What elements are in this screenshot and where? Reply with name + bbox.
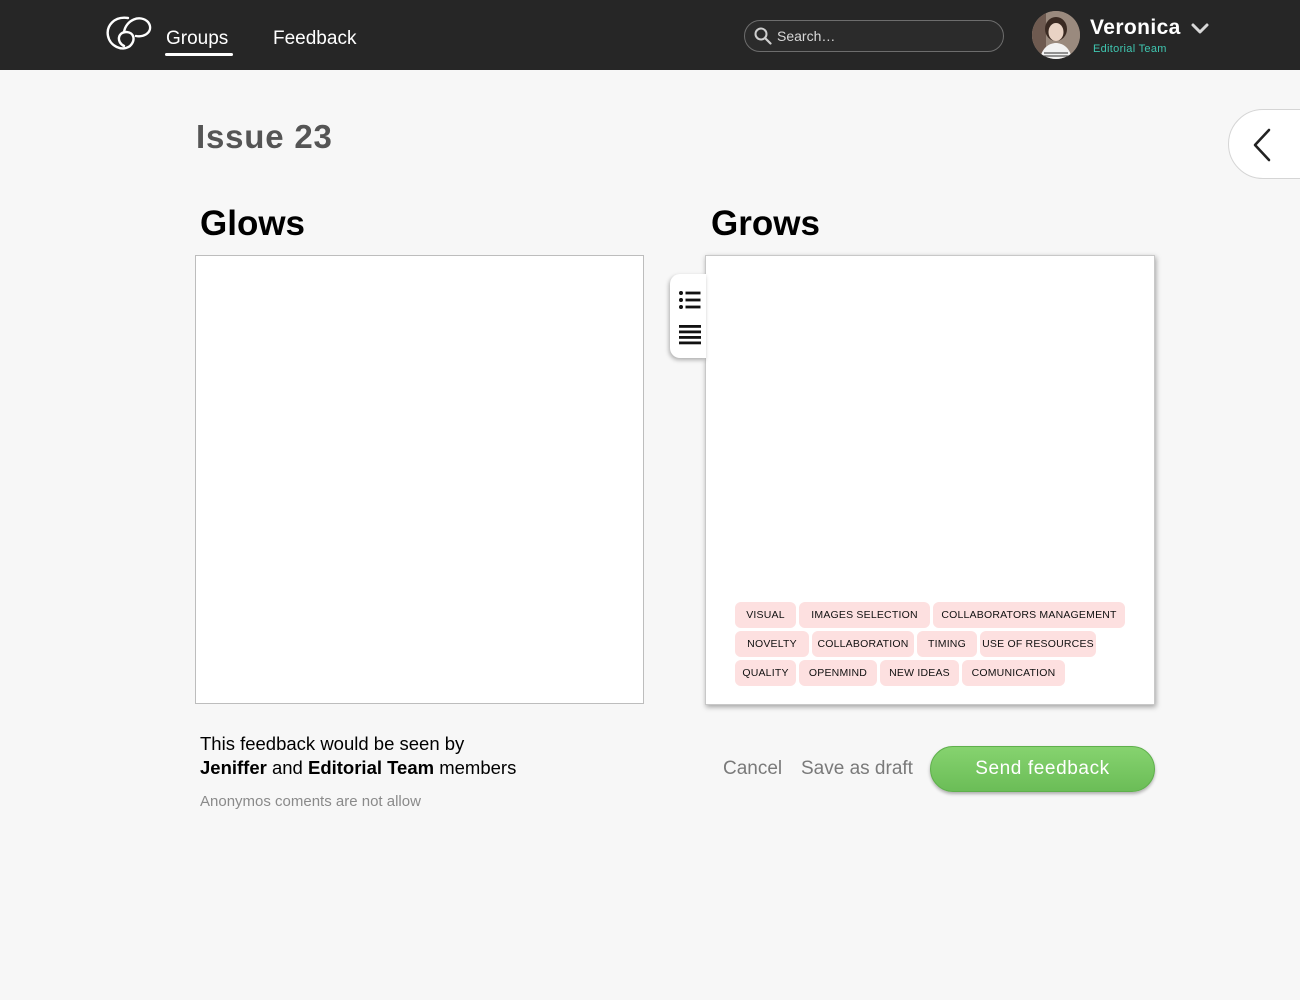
recipient-team: Editorial Team bbox=[307, 757, 435, 778]
tag-openmind[interactable]: OPENMIND bbox=[799, 660, 877, 686]
tag-collaboration[interactable]: COLLABORATION bbox=[812, 631, 914, 657]
nav-feedback-link[interactable]: Feedback bbox=[273, 28, 356, 50]
user-name[interactable]: Veronica bbox=[1090, 16, 1181, 40]
tag-timing[interactable]: TIMING bbox=[917, 631, 977, 657]
top-navigation-bar: Groups Feedback Veronica Editorial Team bbox=[0, 0, 1300, 70]
anonymous-note: Anonymos coments are not allow bbox=[200, 793, 421, 810]
tag-comunication[interactable]: COMUNICATION bbox=[962, 660, 1065, 686]
tag-images-selection[interactable]: IMAGES SELECTION bbox=[799, 602, 930, 628]
collapse-panel-button[interactable] bbox=[1228, 109, 1300, 179]
page-title: Issue 23 bbox=[196, 118, 333, 155]
search-icon bbox=[754, 27, 772, 45]
grows-heading: Grows bbox=[711, 204, 820, 243]
send-feedback-button[interactable]: Send feedback bbox=[930, 746, 1155, 792]
app-logo-icon[interactable] bbox=[104, 12, 152, 56]
active-nav-indicator bbox=[165, 53, 233, 56]
chevron-down-icon[interactable] bbox=[1189, 20, 1211, 38]
cancel-button[interactable]: Cancel bbox=[723, 758, 782, 780]
avatar-image bbox=[1032, 11, 1080, 59]
bullet-list-icon[interactable] bbox=[678, 288, 702, 312]
tag-quality[interactable]: QUALITY bbox=[735, 660, 796, 686]
visibility-and: and bbox=[271, 757, 303, 778]
visibility-members: members bbox=[439, 757, 517, 778]
save-draft-button[interactable]: Save as draft bbox=[801, 758, 913, 780]
tag-collaborators-management[interactable]: COLLABORATORS MANAGEMENT bbox=[933, 602, 1125, 628]
nav-groups-link[interactable]: Groups bbox=[166, 28, 228, 50]
chevron-left-icon bbox=[1253, 128, 1271, 162]
tag-new-ideas[interactable]: NEW IDEAS bbox=[880, 660, 959, 686]
tag-use-of-resources[interactable]: USE OF RESOURCES bbox=[980, 631, 1096, 657]
glows-heading: Glows bbox=[200, 204, 306, 243]
user-team: Editorial Team bbox=[1093, 43, 1167, 55]
tag-novelty[interactable]: NOVELTY bbox=[735, 631, 809, 657]
avatar[interactable] bbox=[1032, 11, 1080, 59]
visibility-line1: This feedback would be seen by bbox=[200, 733, 465, 754]
visibility-notice: This feedback would be seen by Jeniffer … bbox=[200, 732, 516, 780]
search-box bbox=[744, 20, 1004, 52]
recipient-person: Jeniffer bbox=[200, 757, 267, 778]
grows-text-area[interactable]: VISUAL IMAGES SELECTION COLLABORATORS MA… bbox=[705, 255, 1155, 705]
format-toolbar bbox=[670, 274, 706, 358]
search-input[interactable] bbox=[777, 25, 992, 47]
glows-text-area[interactable] bbox=[195, 255, 644, 704]
text-align-icon[interactable] bbox=[678, 322, 702, 346]
tag-visual[interactable]: VISUAL bbox=[735, 602, 796, 628]
